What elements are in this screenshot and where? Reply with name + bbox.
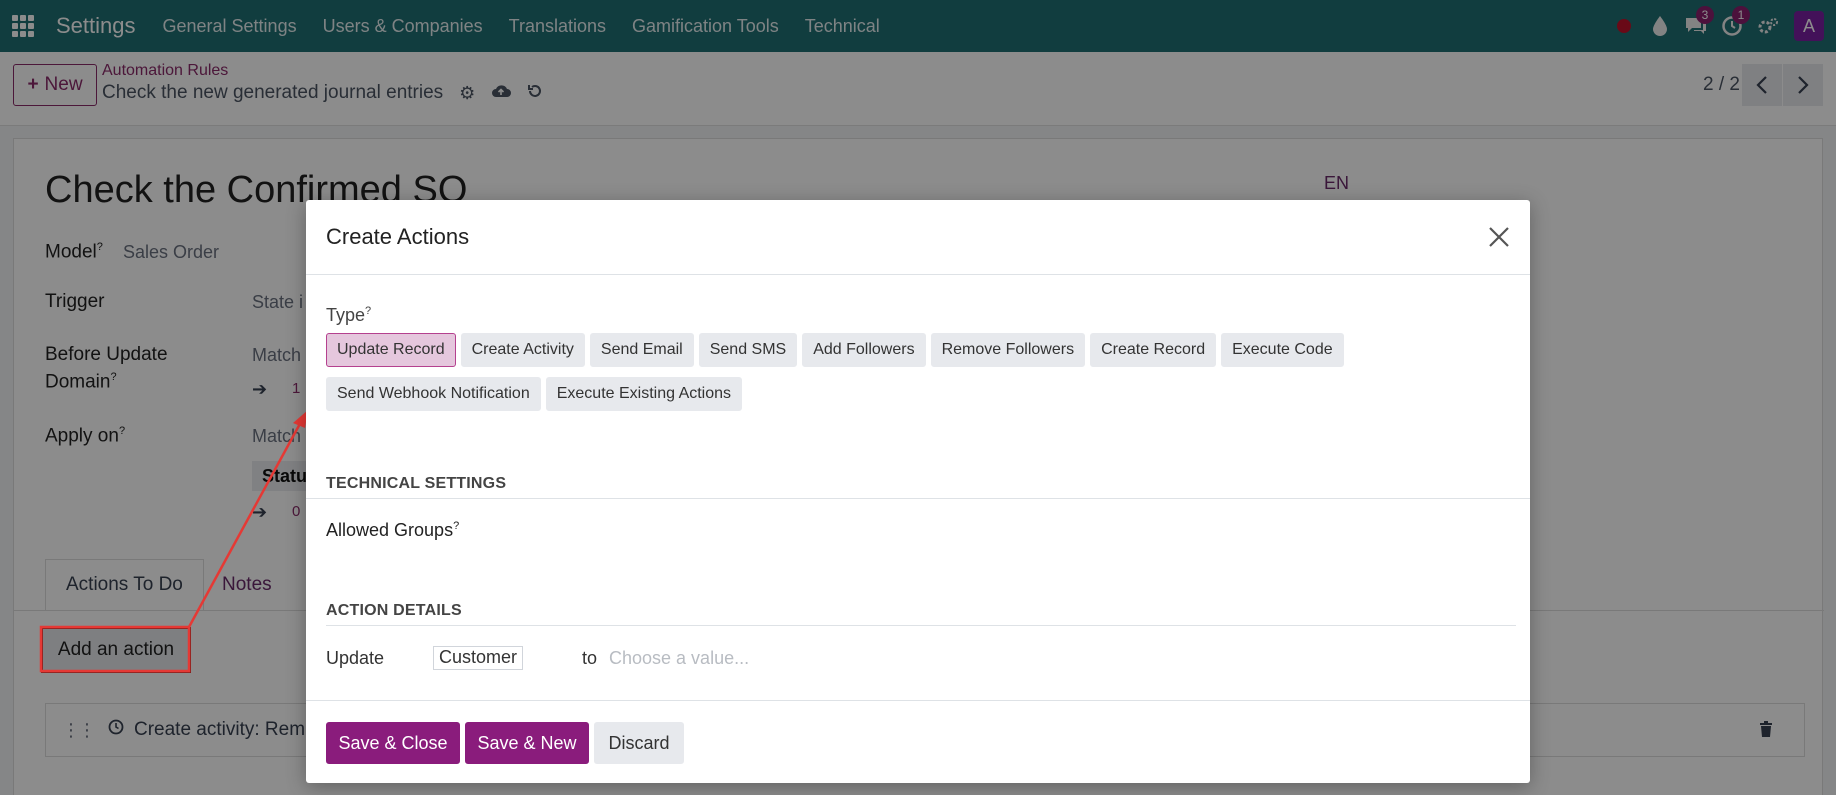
modal-header: Create Actions: [306, 200, 1530, 275]
save-new-button[interactable]: Save & New: [465, 722, 589, 764]
type-send-email[interactable]: Send Email: [589, 333, 694, 367]
type-send-sms[interactable]: Send SMS: [698, 333, 798, 367]
update-field-select[interactable]: Customer: [433, 646, 524, 670]
modal-footer: Save & Close Save & New Discard: [306, 700, 1530, 783]
type-label: Type?: [326, 305, 372, 325]
allowed-groups-label: Allowed Groups?: [326, 520, 460, 540]
type-send-webhook-notification[interactable]: Send Webhook Notification: [326, 377, 541, 411]
type-execute-existing-actions[interactable]: Execute Existing Actions: [545, 377, 743, 411]
action-type-selector: Update Record Create Activity Send Email…: [326, 333, 1386, 411]
create-actions-dialog: Create Actions Type? Update Record Creat…: [306, 200, 1530, 783]
type-create-activity[interactable]: Create Activity: [460, 333, 585, 367]
update-label: Update: [326, 648, 385, 668]
technical-settings-heading: TECHNICAL SETTINGS: [326, 475, 507, 492]
discard-button[interactable]: Discard: [594, 722, 684, 764]
close-icon[interactable]: [1486, 224, 1512, 250]
type-create-record[interactable]: Create Record: [1090, 333, 1217, 367]
type-remove-followers[interactable]: Remove Followers: [930, 333, 1086, 367]
modal-title: Create Actions: [326, 224, 470, 249]
value-input[interactable]: Choose a value...: [609, 648, 749, 669]
type-add-followers[interactable]: Add Followers: [802, 333, 926, 367]
action-details-heading: ACTION DETAILS: [326, 602, 462, 619]
section-divider: [306, 498, 1530, 499]
to-label: to: [582, 648, 598, 668]
type-update-record[interactable]: Update Record: [326, 333, 456, 367]
type-execute-code[interactable]: Execute Code: [1221, 333, 1344, 367]
save-close-button[interactable]: Save & Close: [326, 722, 460, 764]
section-divider: [326, 625, 1516, 626]
